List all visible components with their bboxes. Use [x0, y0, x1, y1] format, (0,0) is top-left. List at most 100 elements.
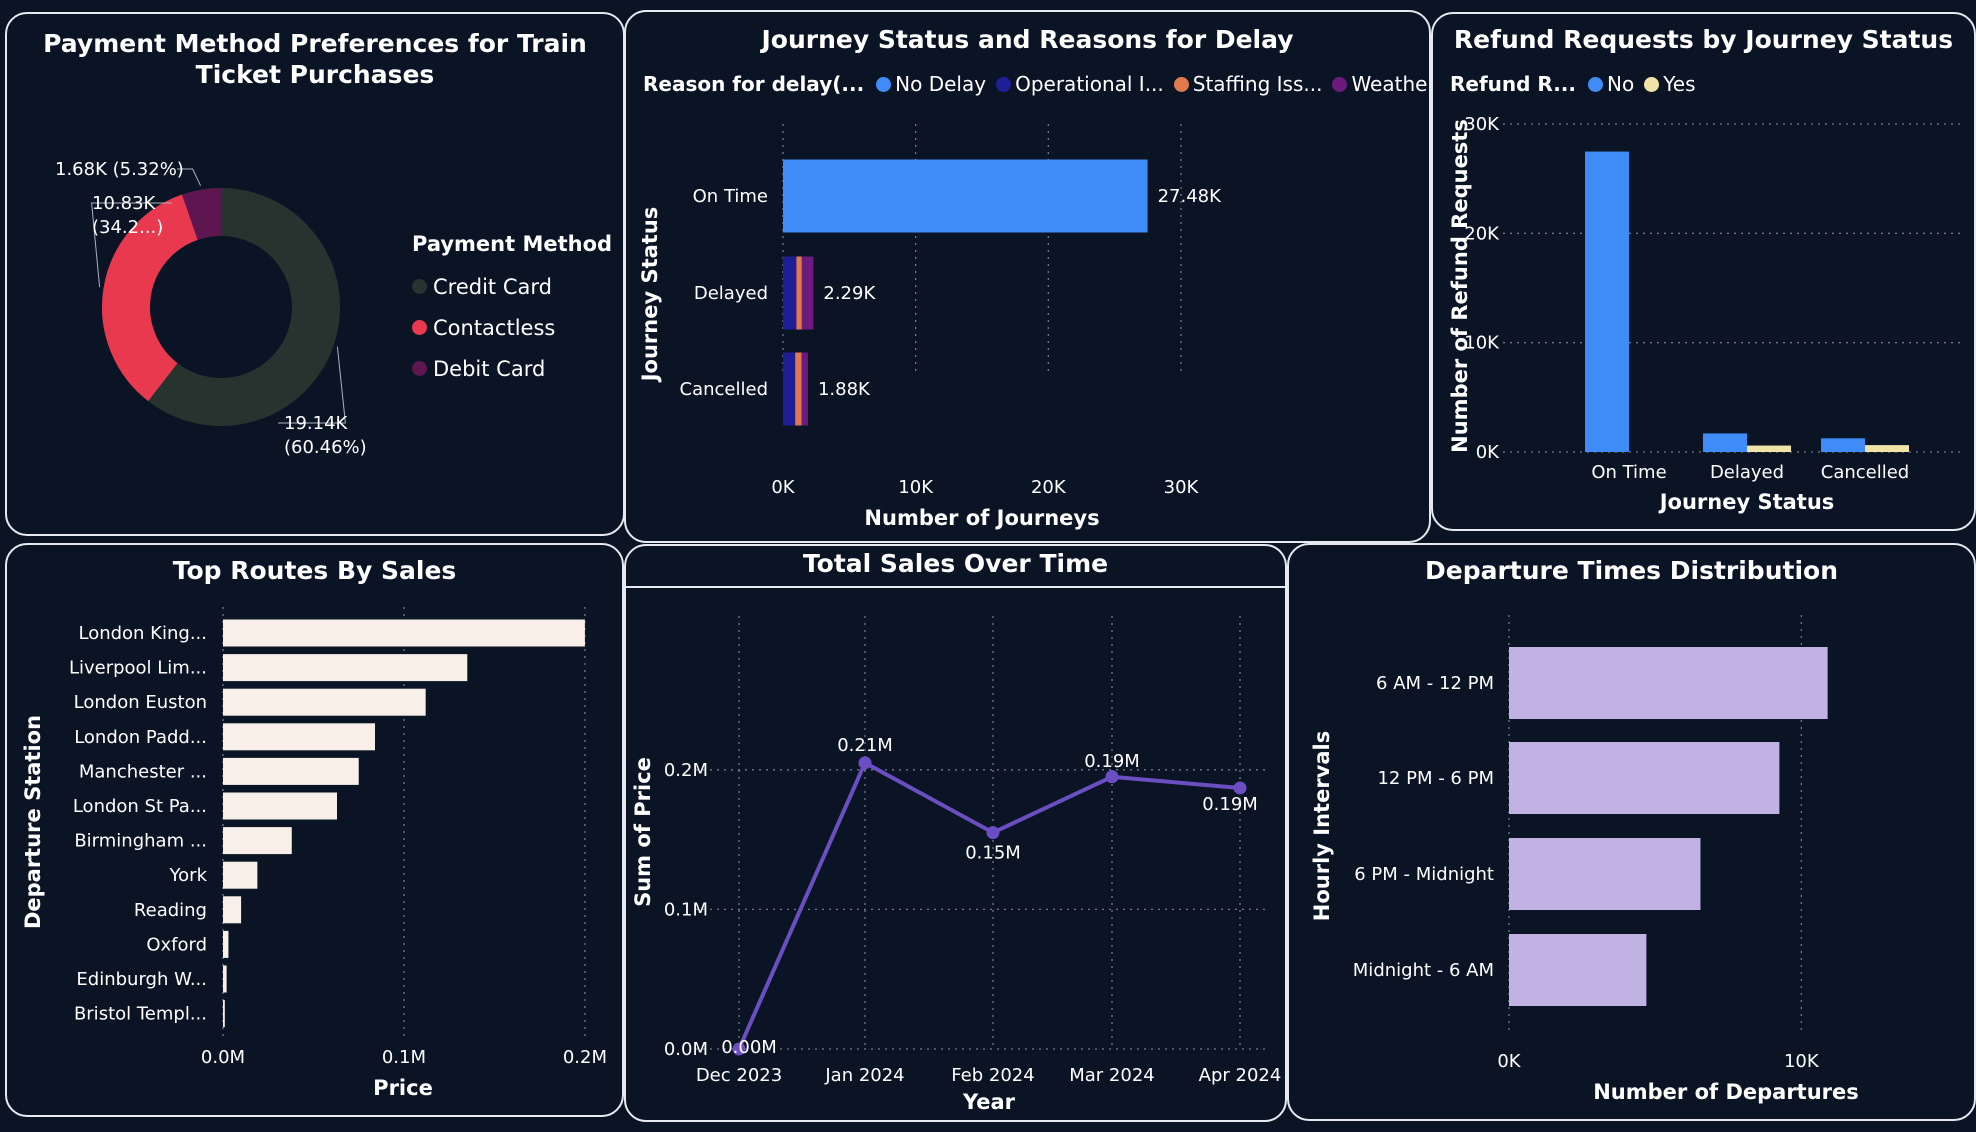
- bar-cancelled-weather: [801, 352, 808, 426]
- y-tick-label-manchester: Manchester ...: [79, 761, 207, 782]
- bar-on-time-no-delay: [783, 159, 1148, 233]
- legend-marker-contactless: [412, 320, 427, 335]
- data-label-jan-2024: 0.21M: [837, 735, 893, 756]
- legend-label-contactless: Contactless: [433, 315, 556, 340]
- y-tick-label-bristol-templ: Bristol Templ...: [74, 1004, 207, 1025]
- bar-cancelled-operational-i: [783, 352, 796, 426]
- x-tick-label-mar-2024: Mar 2024: [1069, 1065, 1155, 1086]
- x-tick-label-0-0m: 0.0M: [201, 1047, 245, 1068]
- bar-london-king: [223, 619, 585, 647]
- bar-6-am-12-pm: [1509, 647, 1828, 719]
- journey-status-panel: Journey Status and Reasons for Delay Rea…: [624, 10, 1431, 543]
- data-label-cancelled: 1.88K: [818, 379, 871, 400]
- bar-cancelled-refund-yes: [1865, 445, 1909, 452]
- bar-delayed-refund-no: [1703, 433, 1747, 452]
- x-tick-label-delayed: Delayed: [1710, 462, 1784, 483]
- sales-point-apr-2024: [1233, 781, 1247, 795]
- x-axis-title: Year: [962, 1090, 1016, 1114]
- data-label-dec-2023: 0.00M: [721, 1037, 777, 1058]
- y-tick-label-6-am-12-pm: 6 AM - 12 PM: [1376, 673, 1494, 694]
- donut-slice-contactless: [102, 194, 199, 402]
- y-axis-title: Hourly Intervals: [1310, 731, 1334, 921]
- x-tick-label-dec-2023: Dec 2023: [696, 1065, 782, 1086]
- sales-point-feb-2024: [986, 826, 1000, 840]
- x-tick-label-0-2m: 0.2M: [563, 1047, 607, 1068]
- data-label-delayed: 2.29K: [823, 283, 876, 304]
- bar-york: [223, 861, 258, 889]
- x-axis-title: Number of Departures: [1593, 1080, 1859, 1104]
- x-tick-label-feb-2024: Feb 2024: [951, 1065, 1034, 1086]
- bar-delayed-refund-yes: [1747, 445, 1791, 452]
- y-tick-label-0-2m: 0.2M: [664, 760, 708, 781]
- bar-delayed-operational-i: [783, 256, 797, 330]
- donut-data-label-credit-card: 19.14K: [284, 413, 349, 434]
- y-tick-label-london-euston: London Euston: [74, 692, 207, 713]
- bar-edinburgh-w: [223, 965, 227, 993]
- bar-cancelled-refund-no: [1821, 438, 1865, 452]
- refund-requests-panel: Refund Requests by Journey Status Refund…: [1431, 12, 1976, 531]
- y-tick-label-0-0m: 0.0M: [664, 1039, 708, 1060]
- y-tick-label-london-padd: London Padd...: [74, 727, 207, 748]
- x-tick-label-30k: 30K: [1164, 477, 1200, 498]
- y-tick-label-oxford: Oxford: [146, 934, 207, 955]
- y-axis-title: Journey Status: [638, 207, 662, 384]
- top-routes-panel: Top Routes By Sales 0.0M 0.1M 0.2M London K…: [5, 543, 624, 1117]
- x-tick-label-20k: 20K: [1031, 477, 1067, 498]
- bar-6-pm-midnight: [1509, 838, 1701, 910]
- bar-london-euston: [223, 688, 426, 716]
- donut-slice-debit-card: [182, 188, 222, 241]
- bar-cancelled-staffing-iss: [795, 352, 802, 426]
- y-axis-title: Sum of Price: [631, 757, 655, 907]
- y-tick-label-0-1m: 0.1M: [664, 899, 708, 920]
- legend-item-debit-card[interactable]: Debit Card: [412, 348, 612, 389]
- bar-birmingham: [223, 827, 292, 855]
- y-tick-label-12-pm-6-pm: 12 PM - 6 PM: [1377, 768, 1494, 789]
- x-tick-label-apr-2024: Apr 2024: [1199, 1065, 1282, 1086]
- data-label-apr-2024: 0.19M: [1202, 794, 1258, 815]
- y-tick-label-cancelled: Cancelled: [680, 379, 768, 400]
- top-routes-chart: 0.0M 0.1M 0.2M London King... Liverpool Lim.…: [21, 607, 607, 1100]
- bar-on-time-refund-no: [1585, 151, 1629, 452]
- donut-data-label-contactless: 10.83K: [92, 193, 157, 214]
- y-tick-label-london-king: London King...: [78, 623, 207, 644]
- bar-manchester: [223, 757, 359, 785]
- bar-delayed-weather: [801, 256, 814, 330]
- x-tick-label-jan-2024: Jan 2024: [824, 1065, 904, 1086]
- payment-legend: Payment Method Credit Card Contactless D…: [412, 232, 612, 389]
- donut-data-label-debit-card: 1.68K (5.32%): [55, 159, 184, 180]
- refund-requests-chart: 0K10K20K30KOn Time Delayed CancelledJourne…: [1448, 114, 1960, 514]
- legend-marker-credit-card: [412, 279, 427, 294]
- bar-liverpool-lim: [223, 654, 468, 682]
- bar-bristol-templ: [223, 1000, 225, 1028]
- y-tick-label-delayed: Delayed: [694, 283, 768, 304]
- bar-delayed-staffing-iss: [796, 256, 802, 330]
- sales-point-jan-2024: [858, 756, 872, 770]
- data-label-feb-2024: 0.15M: [965, 843, 1021, 864]
- x-tick-label-0-1m: 0.1M: [382, 1047, 426, 1068]
- x-axis-title: Price: [373, 1076, 433, 1100]
- legend-item-credit-card[interactable]: Credit Card: [412, 266, 612, 307]
- x-tick-label-cancelled: Cancelled: [1821, 462, 1909, 483]
- donut-data-label-pct-contactless: (34.2...): [92, 217, 163, 238]
- legend-label-debit-card: Debit Card: [433, 356, 546, 381]
- bar-oxford: [223, 930, 229, 958]
- y-tick-label-liverpool-lim: Liverpool Lim...: [69, 658, 207, 679]
- x-tick-label-10k: 10K: [1784, 1051, 1820, 1072]
- x-tick-label-0k: 0K: [771, 477, 795, 498]
- departure-times-chart: 0K 10K 6 AM - 12 PM 12 PM - 6 PM 6 PM - Midn…: [1310, 615, 1859, 1104]
- bar-midnight-6-am: [1509, 934, 1647, 1006]
- y-tick-label-on-time: On Time: [693, 186, 768, 207]
- x-axis-title: Journey Status: [1658, 490, 1835, 514]
- y-tick-label-edinburgh-w: Edinburgh W...: [76, 969, 207, 990]
- departure-times-panel: Departure Times Distribution 0K 10K 6 AM -…: [1287, 543, 1976, 1121]
- legend-label-credit-card: Credit Card: [433, 274, 552, 299]
- x-axis-title: Number of Journeys: [864, 506, 1099, 530]
- y-tick-label-midnight-6-am: Midnight - 6 AM: [1353, 960, 1494, 981]
- journey-status-chart: 0K 10K 20K 30K On Time 27.48K Delayed 2.29K Canc…: [638, 124, 1222, 530]
- y-tick-label-reading: Reading: [134, 900, 207, 921]
- legend-item-contactless[interactable]: Contactless: [412, 307, 612, 348]
- legend-marker-debit-card: [412, 361, 427, 376]
- y-tick-label-birmingham: Birmingham ...: [74, 831, 207, 852]
- y-tick-label-york: York: [169, 865, 208, 886]
- total-sales-chart: Dec 2023 Jan 2024 Feb 2024 Mar 2024 Apr 2024…: [631, 616, 1282, 1114]
